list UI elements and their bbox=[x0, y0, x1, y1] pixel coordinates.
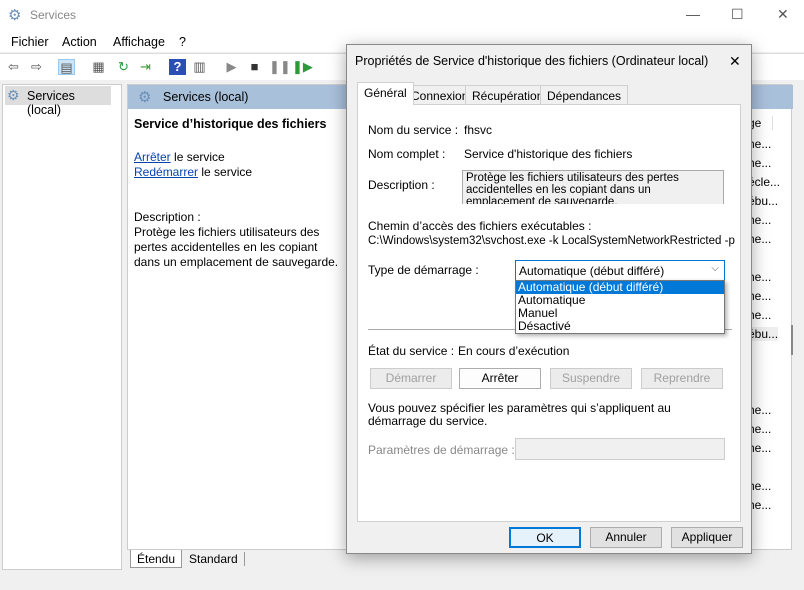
status-label: État du service : bbox=[368, 344, 455, 358]
menu-fichier[interactable]: Fichier bbox=[11, 35, 49, 49]
description-box[interactable]: Protège les fichiers utilisateurs des pe… bbox=[462, 170, 724, 204]
path-value: C:\Windows\system32\svchost.exe -k Local… bbox=[368, 235, 735, 247]
pause-icon[interactable]: ❚❚ bbox=[269, 59, 291, 75]
services-gear-icon: ⚙ bbox=[8, 7, 22, 24]
display-name-value: Service d'historique des fichiers bbox=[464, 147, 633, 161]
menu-affichage[interactable]: Affichage bbox=[113, 35, 165, 49]
services-gear-icon: ⚙ bbox=[7, 87, 20, 103]
general-tab-panel: Nom du service : fhsvc Nom complet : Ser… bbox=[357, 104, 741, 522]
startup-type-value: Automatique (début différé) bbox=[519, 264, 665, 278]
close-button[interactable]: ✕ bbox=[777, 6, 789, 23]
startup-type-label: Type de démarrage : bbox=[368, 263, 479, 277]
chevron-down-icon: ⌵ bbox=[711, 263, 719, 274]
restart-suffix: le service bbox=[198, 165, 253, 179]
description-label: Description : bbox=[134, 210, 201, 224]
cancel-button[interactable]: Annuler bbox=[590, 527, 662, 548]
tab-recuperation[interactable]: Récupération bbox=[465, 85, 551, 105]
menu-help[interactable]: ? bbox=[179, 35, 186, 49]
properties-icon[interactable]: ▦ bbox=[90, 59, 107, 75]
path-label: Chemin d’accès des fichiers exécutables … bbox=[368, 219, 592, 233]
pause-button[interactable]: Suspendre bbox=[550, 368, 632, 389]
display-name-label: Nom complet : bbox=[368, 147, 446, 161]
apply-button[interactable]: Appliquer bbox=[671, 527, 743, 548]
dialog-title: Propriétés de Service d'historique des f… bbox=[355, 54, 709, 68]
option-disabled[interactable]: Désactivé bbox=[516, 320, 724, 333]
dialog-close-button[interactable]: ✕ bbox=[729, 53, 741, 70]
show-hide-tree-icon[interactable]: ▤ bbox=[58, 59, 75, 75]
stop-service-link[interactable]: Arrêter bbox=[134, 150, 171, 164]
startup-type-dropdown: Automatique (début différé) Automatique … bbox=[515, 280, 725, 334]
ok-button[interactable]: OK bbox=[509, 527, 581, 548]
maximize-button[interactable]: ☐ bbox=[731, 6, 744, 23]
forward-icon[interactable]: ⇨ bbox=[28, 59, 45, 75]
help-icon[interactable]: ? bbox=[169, 59, 186, 75]
service-description: Protège les fichiers utilisateurs des pe… bbox=[134, 225, 339, 269]
tab-etendu[interactable]: Étendu bbox=[130, 550, 183, 568]
services-gear-icon: ⚙ bbox=[138, 89, 152, 106]
description-text: Protège les fichiers utilisateurs des pe… bbox=[466, 172, 679, 204]
table-cell[interactable]: ébu... bbox=[748, 194, 778, 208]
console-icon[interactable]: ▥ bbox=[191, 59, 208, 75]
service-name-value: fhsvc bbox=[464, 123, 493, 137]
tree-item-services-local[interactable]: ⚙ Services (local) bbox=[5, 86, 111, 117]
service-title: Service d’historique des fichiers bbox=[134, 117, 327, 131]
tree-panel: ⚙ Services (local) bbox=[2, 84, 122, 570]
status-value: En cours d’exécution bbox=[458, 344, 570, 358]
export-icon[interactable]: ⇥ bbox=[137, 59, 154, 75]
restart-icon[interactable]: ❚▶ bbox=[292, 59, 313, 75]
table-cell[interactable]: ébu... bbox=[748, 327, 778, 341]
params-input[interactable] bbox=[515, 438, 725, 460]
resume-button[interactable]: Reprendre bbox=[641, 368, 723, 389]
start-icon[interactable]: ▶ bbox=[223, 59, 240, 75]
back-icon[interactable]: ⇦ bbox=[5, 59, 22, 75]
tab-general[interactable]: Général bbox=[357, 82, 414, 105]
stop-suffix: le service bbox=[170, 150, 225, 164]
title-bar: ⚙ Services — ☐ ✕ bbox=[0, 0, 804, 30]
stop-button[interactable]: Arrêter bbox=[459, 368, 541, 389]
window-title: Services bbox=[30, 8, 77, 22]
minimize-button[interactable]: — bbox=[686, 6, 700, 22]
stop-icon[interactable]: ■ bbox=[246, 59, 263, 75]
tab-standard[interactable]: Standard bbox=[183, 552, 245, 566]
properties-dialog: Propriétés de Service d'historique des f… bbox=[346, 44, 752, 554]
menu-action[interactable]: Action bbox=[62, 35, 97, 49]
table-cell[interactable]: écle... bbox=[748, 175, 780, 189]
startup-type-select[interactable]: Automatique (début différé) ⌵ bbox=[515, 260, 725, 281]
scrollbar-thumb[interactable] bbox=[791, 325, 793, 355]
start-button[interactable]: Démarrer bbox=[370, 368, 452, 389]
params-label: Paramètres de démarrage : bbox=[368, 443, 515, 457]
description-label: Description : bbox=[368, 178, 435, 192]
restart-service-link[interactable]: Redémarrer bbox=[134, 165, 198, 179]
service-name-label: Nom du service : bbox=[368, 123, 459, 137]
refresh-icon[interactable]: ↻ bbox=[115, 59, 132, 75]
tab-dependances[interactable]: Dépendances bbox=[540, 85, 629, 105]
params-hint: Vous pouvez spécifier les paramètres qui… bbox=[368, 401, 671, 428]
